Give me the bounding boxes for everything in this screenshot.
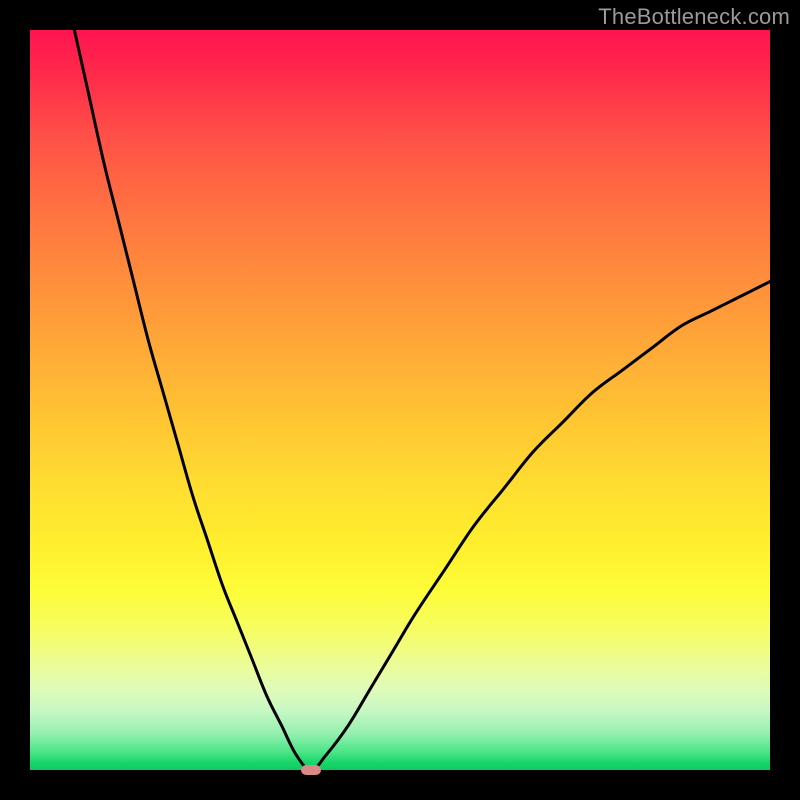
plot-area bbox=[30, 30, 770, 770]
watermark-text: TheBottleneck.com bbox=[598, 4, 790, 30]
outer-frame: TheBottleneck.com bbox=[0, 0, 800, 800]
optimum-marker bbox=[301, 765, 321, 775]
bottleneck-curve bbox=[30, 30, 770, 770]
